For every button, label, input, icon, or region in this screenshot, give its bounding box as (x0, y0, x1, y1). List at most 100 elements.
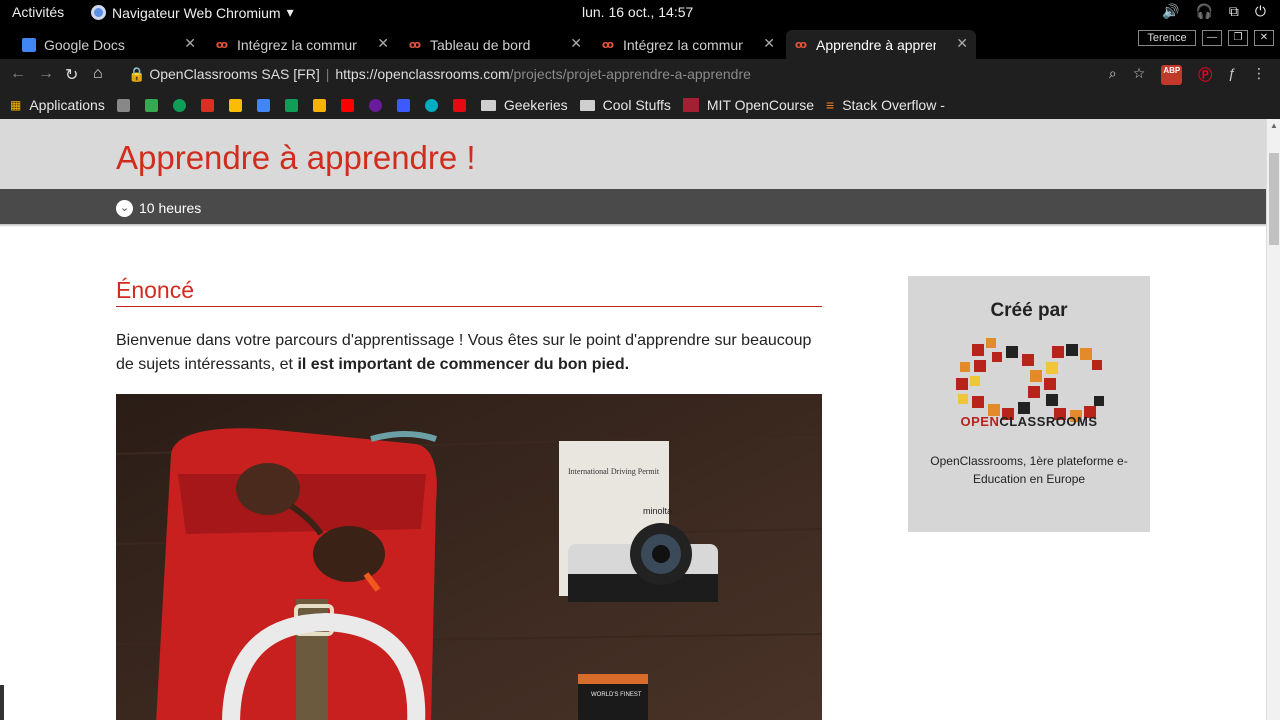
back-icon[interactable]: ← (10, 65, 26, 83)
tab-integrez-1[interactable]: ꝏ Intégrez la commun ✕ (207, 30, 397, 59)
openclassrooms-icon: ꝏ (215, 39, 229, 51)
toolbar-actions: ⌕ ☆ ABP Ⓟ ƒ ⋮ (1109, 65, 1266, 85)
mit-ocw-icon (682, 98, 699, 112)
bookmarks-bar: ▦ Applications Geekeries Cool Stuffs MIT… (0, 91, 1280, 119)
intro-bold: il est important de commencer du bon pie… (297, 356, 630, 373)
close-icon[interactable]: ✕ (377, 35, 389, 52)
box-label: WORLD'S FINEST (591, 692, 642, 698)
bookmark-folder-cool-stuffs[interactable]: Cool Stuffs (579, 97, 671, 113)
bookmark-stackoverflow[interactable]: ≡ Stack Overflow - (826, 97, 945, 113)
bookmark-icon[interactable] (424, 98, 438, 112)
tab-google-docs[interactable]: Google Docs ✕ (14, 30, 204, 59)
netflix-icon[interactable] (452, 98, 466, 112)
tab-title: Apprendre à apprenc (816, 36, 936, 53)
zoom-icon[interactable]: ⌕ (1109, 65, 1117, 85)
address-bar[interactable]: 🔒 OpenClassrooms SAS [FR] | https://opencl… (128, 66, 751, 83)
bookmark-icon[interactable] (172, 98, 186, 112)
toolbar: ← → ↻ ⌂ 🔒 OpenClassrooms SAS [FR] | https:… (0, 59, 1280, 91)
bookmark-label: Cool Stuffs (602, 97, 671, 113)
activities-button[interactable]: Activités (12, 4, 64, 20)
created-by-label: Créé par (990, 300, 1068, 321)
course-illustration: International Driving Permit minolta WOR… (116, 394, 822, 720)
maps-icon[interactable] (144, 98, 158, 112)
bookmark-applications[interactable]: ▦ Applications (10, 97, 105, 113)
menu-kebab-icon[interactable]: ⋮ (1252, 65, 1266, 85)
pinterest-icon[interactable]: Ⓟ (1198, 65, 1212, 85)
window-edge (0, 685, 4, 720)
bookmark-label: Geekeries (503, 97, 568, 113)
chevron-down-icon: ▾ (286, 4, 294, 20)
openclassrooms-icon: ꝏ (601, 39, 615, 51)
logo-word-open: OPEN (960, 414, 1000, 429)
adblock-plus-icon[interactable]: ABP (1161, 65, 1183, 85)
sheets-icon[interactable] (284, 98, 298, 112)
tab-integrez-2[interactable]: ꝏ Intégrez la commun ✕ (593, 30, 783, 59)
youtube-icon[interactable] (340, 98, 354, 112)
app-menu[interactable]: Navigateur Web Chromium ▾ (91, 4, 294, 21)
app-menu-label: Navigateur Web Chromium (112, 4, 281, 21)
reload-icon[interactable]: ↻ (65, 65, 78, 85)
openclassrooms-icon: ꝏ (408, 39, 422, 51)
logo-wordmark: OPENCLASSROOMS (908, 414, 1150, 429)
maximize-icon[interactable]: ❐ (1228, 30, 1248, 46)
system-top-bar: Activités Navigateur Web Chromium ▾ lun.… (0, 0, 1280, 26)
stackoverflow-icon: ≡ (826, 97, 835, 113)
chevron-down-icon[interactable]: ⌄ (116, 200, 133, 217)
lock-icon: 🔒 (128, 66, 146, 82)
headphones-icon: 🎧 (1195, 3, 1213, 19)
url-scheme: https:// (335, 66, 378, 82)
close-icon[interactable]: ✕ (184, 35, 196, 52)
volume-icon: 🔊 (1162, 3, 1180, 19)
page-content: Apprendre à apprendre ! ⌄ 10 heures Énon… (0, 119, 1266, 720)
author-card: Créé par OPENCLASSROOMS OpenClassrooms, … (908, 276, 1150, 532)
divider (0, 224, 1266, 227)
tab-apprendre[interactable]: ꝏ Apprendre à apprenc ✕ (786, 30, 976, 59)
flatlay-photo: International Driving Permit minolta WOR… (116, 394, 822, 720)
minimize-icon[interactable]: — (1202, 30, 1222, 46)
duration-label: 10 heures (139, 200, 202, 216)
bookmark-folder-geekeries[interactable]: Geekeries (480, 97, 568, 113)
close-window-icon[interactable]: ✕ (1254, 30, 1274, 46)
permit-text: International Driving Permit (568, 467, 660, 476)
bookmark-label: Applications (29, 97, 105, 113)
tab-strip: Google Docs ✕ ꝏ Intégrez la commun ✕ ꝏ T… (0, 26, 1280, 59)
docs-icon (22, 37, 36, 52)
network-icon: ⧉ (1228, 3, 1239, 19)
clock[interactable]: lun. 16 oct., 14:57 (582, 4, 693, 20)
bookmark-icon[interactable] (368, 98, 382, 112)
scroll-up-icon[interactable]: ▲ (1270, 121, 1278, 130)
site-identity[interactable]: OpenClassrooms SAS [FR] (149, 66, 319, 82)
system-menu[interactable]: 🔊 🎧 ⧉ ⏻ (1162, 3, 1266, 20)
apps-grid-icon: ▦ (10, 98, 22, 112)
docs-icon[interactable] (256, 98, 270, 112)
profile-button[interactable]: Terence (1138, 30, 1196, 46)
course-header: Apprendre à apprendre ! (0, 119, 1266, 189)
gmail-icon[interactable] (200, 98, 214, 112)
duration-bar: ⌄ 10 heures (0, 189, 1266, 224)
logo-word-classrooms: CLASSROOMS (999, 414, 1098, 429)
intro-paragraph: Bienvenue dans votre parcours d'apprenti… (116, 329, 822, 377)
scrollbar-thumb[interactable] (1269, 153, 1279, 245)
close-icon[interactable]: ✕ (763, 35, 775, 52)
drive-icon[interactable] (228, 98, 242, 112)
extension-f-icon[interactable]: ƒ (1228, 65, 1236, 85)
slides-icon[interactable] (312, 98, 326, 112)
bookmark-star-icon[interactable]: ☆ (1133, 65, 1146, 85)
chromium-icon (91, 5, 106, 20)
home-icon[interactable]: ⌂ (93, 65, 103, 83)
camera-brand: minolta (643, 506, 672, 516)
bookmark-label: Stack Overflow - (842, 97, 945, 113)
forward-icon[interactable]: → (38, 65, 54, 83)
bookmark-icon[interactable] (396, 98, 410, 112)
bookmark-mit[interactable]: MIT OpenCourse (682, 97, 815, 113)
bookmark-label: MIT OpenCourse (706, 97, 815, 113)
bookmark-icon[interactable] (116, 98, 130, 112)
tab-tableau-de-bord[interactable]: ꝏ Tableau de bord ✕ (400, 30, 590, 59)
page-scrollbar[interactable]: ▲ (1266, 119, 1280, 720)
tab-title: Intégrez la commun (623, 36, 743, 53)
tab-title: Tableau de bord (430, 36, 531, 53)
tab-title: Intégrez la commun (237, 36, 357, 53)
close-icon[interactable]: ✕ (570, 35, 582, 52)
folder-icon (579, 99, 595, 111)
close-icon[interactable]: ✕ (956, 35, 968, 52)
